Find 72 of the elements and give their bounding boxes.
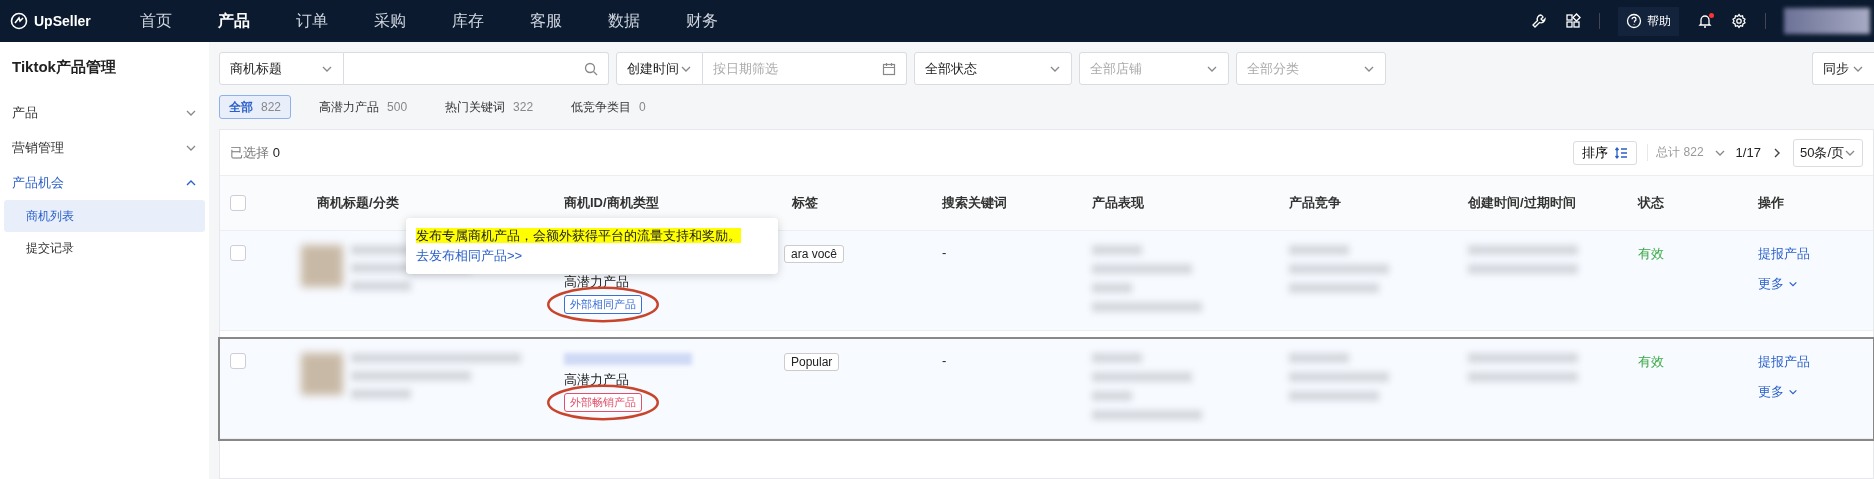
logo-icon (10, 12, 28, 30)
filter-tab[interactable]: 热门关键词 322 (435, 95, 544, 119)
publish-link[interactable]: 去发布相同产品>> (416, 248, 523, 263)
source-tag: 外部畅销产品 (564, 393, 642, 412)
keyword-cell-text: - (941, 245, 948, 260)
opportunity-type: 高潜力产品 (564, 273, 629, 291)
logo-text: UpSeller (34, 13, 91, 29)
notification-bell-icon[interactable] (1697, 13, 1713, 29)
nav-item[interactable]: 财务 (660, 10, 738, 32)
row-checkbox[interactable] (230, 245, 246, 261)
source-tag: 外部相同产品 (564, 295, 642, 314)
sidebar-item[interactable]: 提交记录 (4, 232, 205, 264)
product-photo-placeholder (301, 245, 343, 287)
sidebar-group[interactable]: 产品 (0, 95, 209, 130)
apps-grid-icon[interactable] (1565, 13, 1581, 29)
date-type-select[interactable]: 创建时间 (616, 52, 703, 85)
sidebar-group[interactable]: 产品机会 (0, 165, 209, 200)
sidebar-item[interactable]: 商机列表 (4, 200, 205, 232)
nav-item[interactable]: 订单 (270, 10, 348, 32)
help-button[interactable]: 帮助 (1618, 6, 1679, 36)
filter-tab[interactable]: 全部 822 (219, 95, 292, 119)
page-size-select[interactable]: 50条/页 (1792, 138, 1863, 167)
blurred-account-block[interactable] (1784, 8, 1870, 34)
column-header: 产品表现 (1091, 194, 1145, 212)
submit-product-link[interactable]: 提报产品 (1758, 245, 1810, 263)
filter-tab[interactable]: 低竞争类目 0 (561, 95, 656, 119)
nav-item[interactable]: 产品 (192, 10, 270, 32)
status-select[interactable]: 全部状态 (914, 52, 1072, 85)
nav-item[interactable]: 库存 (426, 10, 504, 32)
tooltip-text: 发布专属商机产品，会额外获得平台的流量支持和奖励。 去发布相同产品>> (416, 227, 742, 265)
nav-item[interactable]: 首页 (114, 10, 192, 32)
product-photo-placeholder (301, 353, 343, 395)
label-tag: Popular (784, 353, 840, 371)
sidebar-group[interactable]: 营销管理 (0, 130, 209, 165)
column-header: 创建时间/过期时间 (1467, 194, 1577, 212)
wrench-icon[interactable] (1531, 13, 1547, 29)
search-type-select[interactable]: 商机标题 (219, 52, 344, 85)
label-tag: ara você (784, 245, 845, 263)
settings-icon[interactable] (1731, 13, 1747, 29)
column-header: 标签 (791, 194, 819, 212)
selected-count: 已选择 0 (230, 143, 280, 162)
column-header: 商机ID/商机类型 (563, 194, 660, 212)
sort-icon (1614, 145, 1629, 160)
sort-button[interactable]: 排序 (1573, 140, 1638, 165)
status-text: 有效 (1637, 353, 1665, 371)
status-text: 有效 (1637, 245, 1665, 263)
sidebar-title: Tiktok产品管理 (11, 57, 117, 77)
column-header: 商机标题/分类 (316, 194, 400, 212)
more-menu-link[interactable]: 更多 (1758, 383, 1798, 401)
total-count: 总计 822 (1647, 144, 1704, 161)
calendar-icon (882, 61, 896, 76)
submit-product-link[interactable]: 提报产品 (1758, 353, 1810, 371)
nav-item[interactable]: 采购 (348, 10, 426, 32)
search-icon (584, 61, 598, 76)
select-all-checkbox[interactable] (230, 195, 246, 211)
column-header: 操作 (1757, 194, 1785, 212)
page-indicator: 1/17 (1735, 145, 1761, 160)
column-header: 产品竞争 (1288, 194, 1342, 212)
nav-item[interactable]: 客服 (504, 10, 582, 32)
opportunity-type: 高潜力产品 (564, 371, 629, 389)
column-header: 搜索关键词 (941, 194, 1008, 212)
filter-tab[interactable]: 高潜力产品 500 (309, 95, 418, 119)
search-field[interactable] (344, 52, 609, 85)
nav-item[interactable]: 数据 (582, 10, 660, 32)
column-header: 状态 (1636, 194, 1665, 212)
help-icon (1626, 13, 1642, 29)
keyword-cell-text: - (941, 353, 948, 368)
chevron-down-icon (1788, 279, 1798, 289)
sync-button[interactable]: 同步 (1812, 52, 1874, 85)
row-checkbox[interactable] (230, 353, 246, 369)
chevron-down-icon (1788, 387, 1798, 397)
more-menu-link[interactable]: 更多 (1758, 275, 1798, 293)
